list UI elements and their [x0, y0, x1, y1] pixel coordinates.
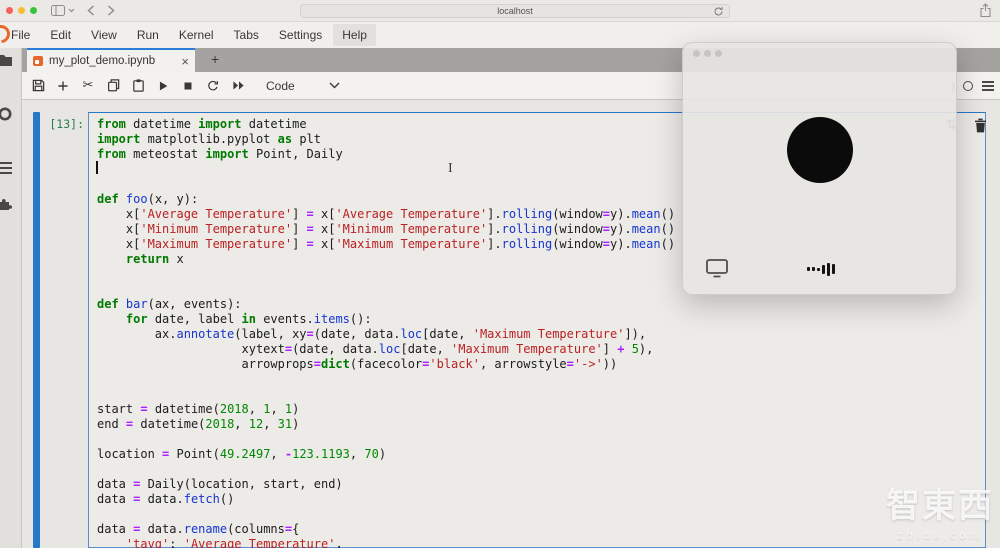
delete-cell-icon[interactable] [974, 118, 987, 138]
menu-edit[interactable]: Edit [41, 24, 80, 46]
notebook-file-icon [33, 56, 43, 66]
ibeam-cursor: I [448, 161, 453, 177]
cell-collapser[interactable] [33, 112, 40, 548]
tab-my-plot-demo[interactable]: my_plot_demo.ipynb × [27, 48, 195, 72]
reload-icon[interactable] [713, 6, 724, 17]
insert-cell-icon[interactable] [55, 78, 71, 94]
extensions-icon[interactable] [0, 196, 13, 217]
share-icon[interactable] [979, 3, 992, 18]
paste-icon[interactable] [130, 78, 146, 94]
menu-kernel[interactable]: Kernel [170, 24, 223, 46]
cut-icon[interactable]: ✂ [80, 78, 96, 94]
run-icon[interactable] [155, 78, 171, 94]
menu-settings[interactable]: Settings [270, 24, 331, 46]
code-line: end = datetime(2018, 12, 31) [97, 417, 977, 432]
code-line: ax.annotate(label, xy=(date, data.loc[da… [97, 327, 977, 342]
code-line: 'tavg': 'Average Temperature', [97, 537, 977, 548]
camera-overlay-window[interactable] [682, 42, 957, 295]
code-line [97, 372, 977, 387]
code-line: arrowprops=dict(facecolor='black', arrow… [97, 357, 977, 372]
back-icon[interactable] [87, 5, 95, 16]
url-text: localhost [497, 6, 533, 16]
display-icon[interactable] [706, 259, 728, 283]
activity-bar [0, 48, 22, 548]
code-line: def bar(ax, events): [97, 297, 977, 312]
tab-label: my_plot_demo.ipynb [49, 55, 177, 67]
new-tab-button[interactable]: + [204, 50, 226, 68]
code-line [97, 387, 977, 402]
running-kernels-icon[interactable] [0, 106, 13, 127]
toolbar-menu-icon[interactable] [982, 81, 994, 91]
code-line: for date, label in events.items(): [97, 312, 977, 327]
code-line: location = Point(49.2497, -123.1193, 70) [97, 447, 977, 462]
menu-tabs[interactable]: Tabs [225, 24, 268, 46]
audio-level-icon [807, 261, 837, 277]
code-line: xytext=(date, data.loc[date, 'Maximum Te… [97, 342, 977, 357]
tab-close-icon[interactable]: × [181, 54, 189, 69]
code-line: start = datetime(2018, 1, 1) [97, 402, 977, 417]
sidebar-toggle-icon[interactable] [51, 5, 65, 16]
chevron-down-icon[interactable] [68, 8, 75, 13]
browser-titlebar: localhost [0, 0, 1000, 22]
table-of-contents-icon[interactable] [0, 161, 12, 179]
kernel-status-icon[interactable] [963, 81, 973, 91]
stop-icon[interactable] [180, 78, 196, 94]
window-minimize-icon[interactable] [18, 7, 25, 14]
code-line: data = data.rename(columns={ [97, 522, 977, 537]
cell-prompt: [13]: [40, 117, 84, 131]
run-all-icon[interactable] [230, 78, 246, 94]
copy-icon[interactable] [105, 78, 121, 94]
save-icon[interactable] [30, 78, 46, 94]
menu-run[interactable]: Run [128, 24, 168, 46]
camera-lens-circle [787, 117, 853, 183]
restart-kernel-icon[interactable] [205, 78, 221, 94]
code-line [97, 462, 977, 477]
screen: localhost File Edit View Run Kernel Tabs… [0, 0, 1000, 548]
text-caret [96, 161, 98, 174]
address-bar[interactable]: localhost [300, 4, 730, 18]
overlay-window-controls [693, 50, 722, 57]
code-line [97, 507, 977, 522]
code-line [97, 432, 977, 447]
code-line: data = Daily(location, start, end) [97, 477, 977, 492]
code-line: data = data.fetch() [97, 492, 977, 507]
window-zoom-icon[interactable] [30, 7, 37, 14]
menu-help[interactable]: Help [333, 24, 376, 46]
chevron-down-icon[interactable] [327, 78, 343, 94]
file-browser-icon[interactable] [0, 54, 13, 72]
window-close-icon[interactable] [6, 7, 13, 14]
forward-icon[interactable] [107, 5, 115, 16]
menu-view[interactable]: View [82, 24, 126, 46]
cell-type-dropdown[interactable]: Code [266, 79, 295, 93]
